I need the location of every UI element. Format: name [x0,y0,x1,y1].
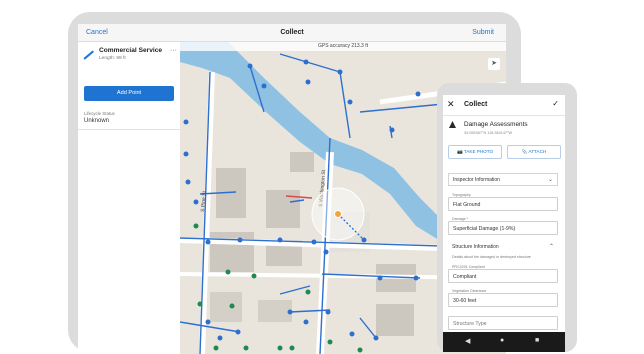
building [210,232,254,272]
gps-location [334,210,342,218]
building [376,304,414,336]
attach-label: ATTACH [528,149,547,154]
location-arrow-icon[interactable]: ➤ [488,58,500,70]
back-icon[interactable]: ◀ [465,337,470,345]
feature-header[interactable]: Commercial Service Length: 89 ft ··· [83,47,177,63]
building [266,190,300,228]
attach-button[interactable]: 📎 ATTACH [507,145,561,159]
building [258,300,292,322]
phone-header: ✕ Collect ✓ [443,95,565,116]
structure-type-field[interactable]: Structure Type [448,316,558,330]
submit-button[interactable]: Submit [472,29,494,36]
record-coordinates: 34.055367°N 118.364147°W [464,131,513,135]
record-name: Damage Assessments [464,121,528,128]
topography-field[interactable]: Flat Ground [448,197,558,211]
feature-name: Commercial Service [99,47,163,54]
android-nav-bar: ◀ ● ■ [443,332,565,352]
phone-title: Collect [464,101,488,108]
building [210,292,242,322]
structure-section[interactable]: Structure Information ⌃ [448,241,558,254]
structure-section-title: Structure Information [452,244,499,250]
take-photo-button[interactable]: 📷 TAKE PHOTO [448,145,502,159]
more-options-icon[interactable]: ··· [170,47,177,54]
inspector-section[interactable]: Inspector Information ⌄ [448,173,558,186]
check-icon[interactable]: ✓ [552,99,559,108]
feature-panel: Commercial Service Length: 89 ft ··· Add… [78,42,181,354]
sketch-vertex[interactable] [361,237,367,243]
home-icon[interactable]: ● [500,337,504,344]
damage-assessment-icon [449,121,456,128]
lifecycle-status-value[interactable]: Unknown [84,118,109,124]
chevron-down-icon: ⌄ [547,177,553,183]
damage-field[interactable]: Superficial Damage (1-9%) [448,221,558,235]
vegetation-field[interactable]: 30-60 feet [448,293,558,307]
close-icon[interactable]: ✕ [447,99,455,110]
building [290,152,314,172]
add-point-button[interactable]: Add Point [84,86,174,101]
gps-accuracy-bar: GPS accuracy 213.3 ft [180,42,506,51]
take-photo-label: TAKE PHOTO [463,149,494,154]
line-feature-icon [83,50,94,60]
structure-hint: Details about the damaged or destroyed s… [452,255,531,259]
divider [78,129,180,130]
header-title: Collect [280,29,304,36]
inspector-section-title: Inspector Information [453,177,500,183]
recents-icon[interactable]: ■ [535,337,539,344]
feature-length: Length: 89 ft [99,56,126,61]
prc-field[interactable]: Compliant [448,269,558,283]
phone-screen: ✕ Collect ✓ Damage Assessments 34.055367… [443,95,565,352]
tablet-header: Cancel Collect Submit [78,24,506,42]
chevron-up-icon: ⌃ [548,244,554,250]
lifecycle-status-label: Lifecycle Status [84,111,115,116]
